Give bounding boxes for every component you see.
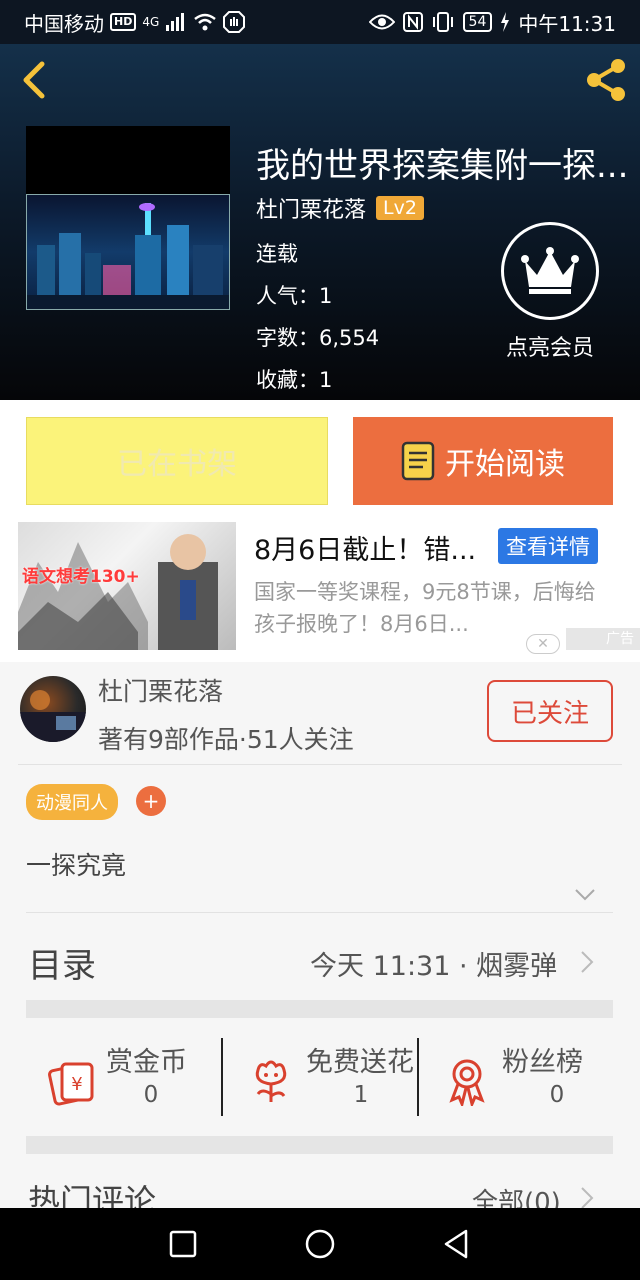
reward-coins-label: 赏金币 (106, 1047, 187, 1078)
divider (18, 764, 622, 765)
followed-button[interactable]: 已关注 (487, 680, 613, 742)
ad-detail-button[interactable]: 查看详情 (498, 528, 598, 564)
toc-latest-chapter[interactable]: 今天 11:31 · 烟雾弹 (310, 944, 557, 983)
author-row: 杜门栗花落 Lv2 (256, 192, 424, 224)
flower-icon (255, 1060, 287, 1102)
city-illustration (27, 203, 229, 309)
action-row: 已在书架 开始阅读 (0, 400, 640, 522)
detail-section: 杜门栗花落 著有9部作品·51人关注 已关注 动漫同人 + 一探究竟 目录 今天… (0, 662, 640, 1230)
reward-coins-value: 0 (143, 1082, 159, 1108)
book-title: 我的世界探案集附一探... (256, 146, 629, 186)
ribbon-award-icon (449, 1059, 485, 1106)
back-arrow-icon[interactable] (18, 60, 52, 100)
divider (221, 1038, 223, 1116)
ad-image[interactable]: 语文想考130+ (18, 522, 236, 650)
cover-image (26, 194, 230, 310)
book-header: 我的世界探案集附一探... 杜门栗花落 Lv2 连载 人气：1 字数：6,554… (0, 44, 640, 400)
carrier-text: 中国移动 (24, 11, 104, 36)
network-type: 4G (142, 15, 160, 29)
book-cover[interactable] (26, 126, 230, 310)
share-icon[interactable] (582, 56, 630, 104)
chevron-right-icon[interactable] (580, 950, 594, 974)
recents-square-icon[interactable] (165, 1226, 201, 1262)
send-flower-button[interactable]: 免费送花 1 (226, 1038, 416, 1118)
in-shelf-label: 已在书架 (117, 447, 237, 482)
charging-icon (501, 12, 510, 32)
send-flower-label: 免费送花 (306, 1047, 414, 1078)
ad-title[interactable]: 8月6日截止！错... (254, 528, 494, 567)
favorites-label: 收藏： (256, 368, 319, 392)
word-count: 字数：6,554 (256, 322, 379, 352)
chevron-down-icon[interactable] (574, 888, 596, 902)
serial-status: 连载 (256, 242, 298, 266)
start-reading-button[interactable]: 开始阅读 (353, 417, 613, 505)
ad-image-text: 语文想考130+ (22, 567, 140, 587)
section-separator (26, 1136, 613, 1154)
vibrate-icon (432, 12, 453, 32)
hand-icon (223, 11, 246, 33)
category-tag[interactable]: 动漫同人 (26, 784, 118, 820)
fan-ranking-value: 0 (549, 1082, 565, 1108)
add-tag-button[interactable]: + (136, 786, 166, 816)
vip-label: 点亮会员 (505, 336, 594, 361)
toc-title[interactable]: 目录 (28, 938, 96, 987)
author-card-name[interactable]: 杜门栗花落 (98, 672, 223, 708)
divider (26, 912, 613, 913)
word-count-label: 字数： (256, 326, 319, 350)
ad-description: 国家一等奖课程，9元8节课，后悔给孩子报晚了！8月6日... (254, 580, 596, 636)
hd-badge: HD (110, 13, 137, 31)
popularity-label: 人气： (256, 284, 319, 308)
favorites: 收藏：1 (256, 364, 332, 394)
book-icon (401, 441, 435, 481)
system-nav-bar (0, 1208, 640, 1280)
crown-icon (501, 222, 599, 320)
support-stats: ¥ 赏金币 0 免费送花 1 粉丝榜 0 (26, 1018, 613, 1142)
book-intro: 一探究竟 (26, 851, 127, 880)
signal-icon (166, 13, 185, 31)
in-shelf-button[interactable]: 已在书架 (26, 417, 328, 505)
chevron-right-icon[interactable] (580, 1186, 594, 1210)
author-name[interactable]: 杜门栗花落 (256, 192, 366, 224)
back-triangle-icon[interactable] (438, 1226, 474, 1262)
word-count-value: 6,554 (319, 326, 380, 350)
vip-button[interactable]: 点亮会员 (500, 222, 600, 362)
author-avatar[interactable] (20, 676, 86, 742)
section-separator (26, 1000, 613, 1018)
popularity: 人气：1 (256, 280, 332, 310)
gift-coin-icon: ¥ (48, 1062, 94, 1106)
ad-label: 广告 (566, 628, 640, 650)
ad-banner[interactable]: 语文想考130+ 8月6日截止！错... 查看详情 国家一等奖课程，9元8节课，… (0, 522, 640, 662)
send-flower-value: 1 (353, 1082, 369, 1108)
eye-icon (368, 14, 395, 30)
author-card-stats: 著有9部作品·51人关注 (98, 725, 354, 754)
ad-close-icon[interactable]: ✕ (526, 634, 560, 654)
divider (417, 1038, 419, 1116)
wifi-icon (194, 13, 217, 31)
favorites-value: 1 (319, 368, 333, 392)
fan-ranking-label: 粉丝榜 (502, 1047, 583, 1078)
fan-ranking-button[interactable]: 粉丝榜 0 (422, 1038, 612, 1118)
popularity-value: 1 (319, 284, 333, 308)
nfc-icon (402, 12, 423, 32)
battery-level: 54 (462, 12, 493, 32)
home-circle-icon[interactable] (302, 1226, 338, 1262)
reward-coins-button[interactable]: ¥ 赏金币 0 (26, 1038, 216, 1118)
level-badge: Lv2 (376, 196, 424, 220)
status-bar: 中国移动 HD 4G 54 中午11:31 (0, 0, 640, 44)
start-reading-label: 开始阅读 (445, 447, 565, 482)
clock: 中午11:31 (518, 11, 616, 36)
svg-text:¥: ¥ (71, 1074, 82, 1095)
